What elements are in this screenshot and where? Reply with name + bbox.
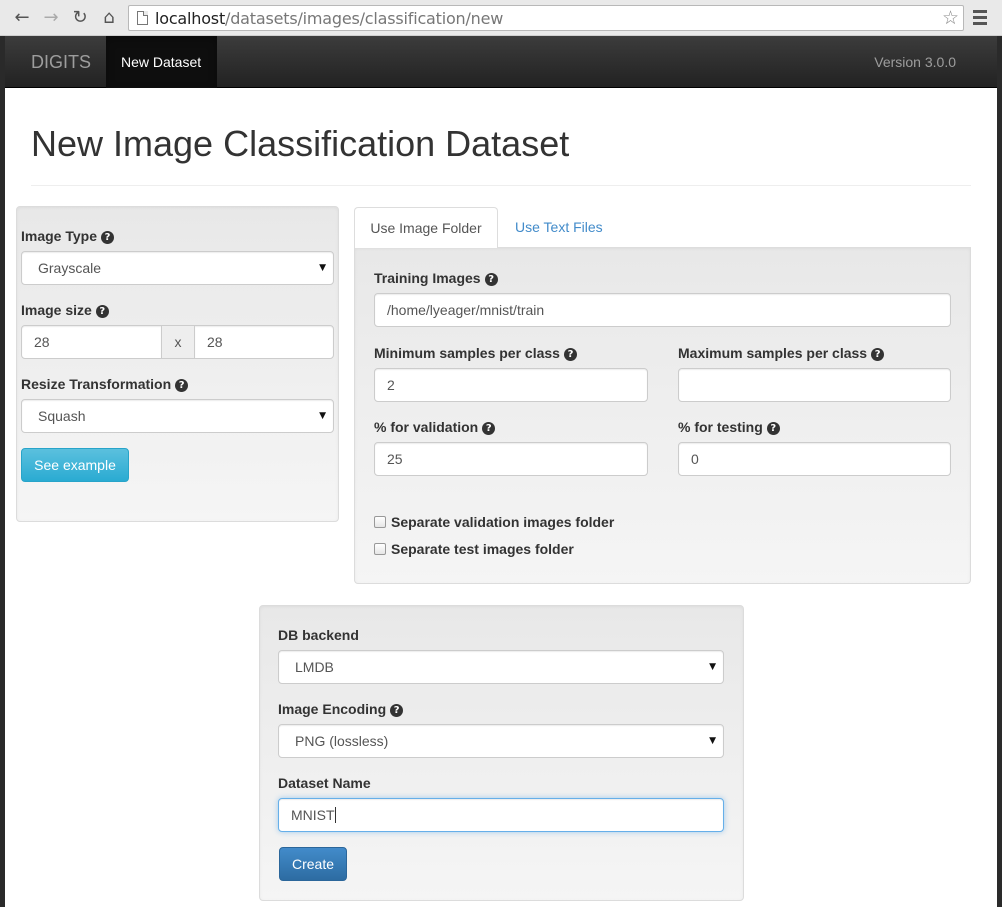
text-cursor bbox=[334, 807, 336, 823]
window-border-left bbox=[0, 36, 5, 907]
url-path: /datasets/images/classification/new bbox=[225, 9, 504, 28]
dropdown-caret-icon: ▼ bbox=[709, 662, 716, 672]
image-encoding-select[interactable]: PNG (lossless) ▼ bbox=[278, 724, 724, 758]
checkbox-box[interactable] bbox=[374, 516, 386, 528]
dropdown-caret-icon: ▼ bbox=[709, 736, 716, 746]
db-backend-select[interactable]: LMDB ▼ bbox=[278, 650, 724, 684]
help-icon[interactable]: ? bbox=[390, 704, 404, 717]
back-arrow-icon[interactable]: ← bbox=[12, 8, 32, 28]
title-divider bbox=[31, 185, 971, 186]
training-images-input[interactable]: /home/lyeager/mnist/train bbox=[374, 293, 951, 327]
image-type-select[interactable]: Grayscale ▼ bbox=[21, 251, 334, 285]
brand-link[interactable]: DIGITS bbox=[31, 52, 91, 73]
bookmark-star-icon[interactable]: ☆ bbox=[942, 7, 959, 29]
tab-use-image-folder[interactable]: Use Image Folder bbox=[354, 207, 498, 249]
version-text: Version 3.0.0 bbox=[874, 54, 956, 70]
max-samples-input[interactable] bbox=[678, 368, 951, 402]
help-icon[interactable]: ? bbox=[482, 422, 496, 435]
min-samples-input[interactable]: 2 bbox=[374, 368, 648, 402]
image-type-value: Grayscale bbox=[38, 260, 102, 276]
browser-menu-icon[interactable] bbox=[973, 10, 987, 28]
help-icon[interactable]: ? bbox=[766, 422, 780, 435]
image-height-input[interactable]: 28 bbox=[194, 325, 334, 359]
separate-test-checkbox[interactable]: Separate test images folder bbox=[374, 541, 574, 557]
window-border-right bbox=[997, 36, 1002, 907]
nav-item-new-dataset[interactable]: New Dataset bbox=[106, 36, 217, 88]
image-type-label: Image Type? bbox=[21, 228, 114, 244]
dataset-name-label: Dataset Name bbox=[278, 775, 371, 791]
db-backend-label: DB backend bbox=[278, 627, 359, 643]
min-samples-label: Minimum samples per class? bbox=[374, 345, 577, 361]
help-icon[interactable]: ? bbox=[101, 231, 114, 244]
separate-validation-checkbox[interactable]: Separate validation images folder bbox=[374, 514, 614, 530]
dataset-name-value: MNIST bbox=[291, 807, 335, 823]
page-title: New Image Classification Dataset bbox=[31, 123, 570, 164]
navbar: DIGITS New Dataset Version 3.0.0 bbox=[5, 36, 997, 88]
validation-percent-label: % for validation? bbox=[374, 419, 496, 435]
checkbox-label: Separate validation images folder bbox=[391, 514, 615, 530]
resize-transformation-label: Resize Transformation? bbox=[21, 376, 189, 392]
testing-percent-label: % for testing? bbox=[678, 419, 780, 435]
db-backend-value: LMDB bbox=[295, 659, 334, 675]
page-icon bbox=[137, 11, 148, 25]
help-icon[interactable]: ? bbox=[484, 273, 498, 286]
resize-value: Squash bbox=[38, 408, 86, 424]
size-separator: x bbox=[161, 325, 195, 359]
home-icon[interactable]: ⌂ bbox=[99, 8, 119, 28]
dropdown-caret-icon: ▼ bbox=[319, 263, 326, 273]
image-width-input[interactable]: 28 bbox=[21, 325, 162, 359]
resize-transformation-select[interactable]: Squash ▼ bbox=[21, 399, 334, 433]
validation-percent-input[interactable]: 25 bbox=[374, 442, 648, 476]
url-host: localhost bbox=[155, 9, 226, 28]
help-icon[interactable]: ? bbox=[563, 348, 577, 361]
help-icon[interactable]: ? bbox=[175, 379, 189, 392]
training-images-label: Training Images? bbox=[374, 270, 498, 286]
checkbox-label: Separate test images folder bbox=[391, 541, 574, 557]
browser-toolbar: ← → ↻ ⌂ localhost/datasets/images/classi… bbox=[0, 0, 1002, 36]
tab-use-text-files[interactable]: Use Text Files bbox=[515, 219, 603, 235]
address-bar[interactable]: localhost/datasets/images/classification… bbox=[128, 5, 964, 31]
dropdown-caret-icon: ▼ bbox=[319, 411, 326, 421]
create-button[interactable]: Create bbox=[279, 847, 347, 881]
testing-percent-input[interactable]: 0 bbox=[678, 442, 951, 476]
dataset-name-input[interactable]: MNIST bbox=[278, 798, 724, 832]
checkbox-box[interactable] bbox=[374, 543, 386, 555]
nav-item-label: New Dataset bbox=[121, 54, 202, 70]
reload-icon[interactable]: ↻ bbox=[70, 8, 90, 28]
image-size-label: Image size? bbox=[21, 302, 109, 318]
help-icon[interactable]: ? bbox=[871, 348, 885, 361]
max-samples-label: Maximum samples per class? bbox=[678, 345, 885, 361]
image-encoding-value: PNG (lossless) bbox=[295, 733, 389, 749]
forward-arrow-icon[interactable]: → bbox=[41, 8, 61, 28]
url-text: localhost/datasets/images/classification… bbox=[155, 9, 503, 28]
help-icon[interactable]: ? bbox=[95, 305, 109, 318]
see-example-button[interactable]: See example bbox=[21, 448, 129, 482]
image-encoding-label: Image Encoding? bbox=[278, 701, 404, 717]
